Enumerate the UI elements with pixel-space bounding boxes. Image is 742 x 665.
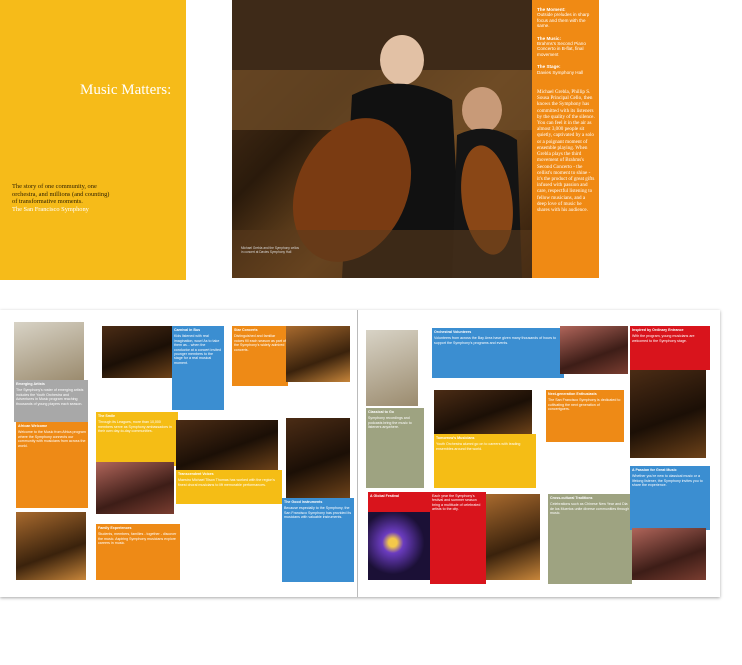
card-body: With the program, young musicians are we…: [632, 334, 695, 343]
card-carnival-bus: Carnival in Bus Kids listened with real …: [172, 326, 224, 410]
dragon-photo: [486, 494, 540, 580]
card-global-festival-body: Each year the Symphony's festival and su…: [430, 492, 486, 584]
card-title: Next-generation Enthusiasts: [548, 392, 597, 396]
card-cross-cultural: Cross-cultural Traditions Celebrations s…: [548, 494, 632, 584]
headphones-photo: [14, 322, 84, 380]
sidebar-story: Michael Grebla, Phillip S. Sousa Princip…: [537, 89, 595, 213]
card-title: A Passion for Great Music: [632, 468, 677, 472]
conductor-bus-photo: [102, 326, 172, 378]
cover-credit: The San Francisco Symphony: [12, 205, 89, 213]
cover-title: Music Matters:: [80, 82, 172, 98]
sidebar-moment: The Moment: Outside preludes in sharp fo…: [532, 0, 599, 29]
card-title: Inspired by Ordinary Entrance: [632, 328, 684, 332]
sidebar-music: The Music: Brahms's Second Piano Concert…: [532, 29, 599, 58]
card-classical-go: Classical to Go Symphony recordings and …: [366, 408, 424, 488]
cellist-photo-art: [232, 0, 532, 278]
violinist-photo: [286, 418, 350, 498]
card-star-concerts: Star Concerts Distinguished and familiar…: [232, 326, 288, 386]
card-inspired: Inspired by Ordinary Entrance With the p…: [630, 326, 710, 370]
volunteers-photo: [560, 326, 628, 374]
tuxedo-photo: [630, 370, 706, 458]
card-body: Distinguished and familiar voices fill e…: [234, 334, 286, 352]
card-good-instruments: The Good Instruments Because especially …: [282, 498, 354, 582]
card-title: Orchestral Volunteers: [434, 330, 472, 334]
welcome-photo: [16, 512, 86, 580]
card-title: Transcendent Voices: [178, 472, 214, 476]
card-body: Youth Orchestra alumni go on to careers …: [436, 442, 521, 451]
card-body: Symphony recordings and podcasts bring t…: [368, 416, 412, 430]
sidebar-stage: The Stage: Davies Symphony Hall: [532, 57, 599, 75]
card-title: Emerging Artists: [16, 382, 45, 386]
choir-photo: [176, 420, 278, 470]
card-body: The Symphony's roster of emerging artist…: [16, 388, 84, 406]
cover-blurb: The story of one community, one orchestr…: [12, 183, 112, 213]
card-next-gen: Next-generation Enthusiasts The San Fran…: [546, 390, 624, 442]
fireworks-photo: [368, 512, 430, 580]
card-title: Family Experiences: [98, 526, 132, 530]
card-title: African Welcome: [18, 424, 48, 428]
brochure-cover: [0, 0, 186, 280]
cellist-photo: [232, 0, 532, 278]
cover-blurb-text: The story of one community, one orchestr…: [12, 183, 110, 206]
card-body: Volunteers from across the Bay Area have…: [434, 336, 557, 345]
card-title: Star Concerts: [234, 328, 258, 332]
audience-photo: [632, 528, 706, 580]
card-title: A Global Festival: [370, 494, 400, 498]
photo-caption: Michael Grebla and the Symphony cellos i…: [241, 246, 299, 254]
card-african-welcome: African Welcome Welcome to the Music fro…: [16, 422, 88, 508]
card-tomorrows-musicians: Tomorrow's Musicians Youth Orchestra alu…: [434, 434, 536, 488]
card-body: Whether you're new to classical music or…: [632, 474, 703, 488]
card-title: Classical to Go: [368, 410, 394, 414]
youth-orchestra-photo: [434, 390, 532, 434]
card-family-experiences: Family Experiences Students, members, fa…: [96, 524, 180, 580]
card-title: Carnival in Bus: [174, 328, 201, 332]
card-title: Tomorrow's Musicians: [436, 436, 475, 440]
card-title: The Good Instruments: [284, 500, 323, 504]
book-gutter: [357, 310, 358, 597]
card-body: The San Francisco Symphony is dedicated …: [548, 398, 621, 412]
card-body: Through its Leagues, more than 10,000 me…: [98, 420, 172, 434]
woman-photo: [366, 330, 418, 406]
card-transcendent-voices: Transcendent Voices Maestro Michael Tils…: [176, 470, 282, 504]
spread-sidebar: The Moment: Outside preludes in sharp fo…: [532, 0, 599, 278]
card-body: Kids listened with real imagination, wow…: [174, 334, 221, 365]
card-body: Each year the Symphony's festival and su…: [432, 494, 481, 512]
card-title: Cross-cultural Traditions: [550, 496, 593, 500]
card-passion-music: A Passion for Great Music Whether you're…: [630, 466, 710, 530]
card-body: Students, members, families - together -…: [98, 532, 177, 546]
smile-photo: [96, 462, 174, 514]
star-concert-photo: [286, 326, 350, 382]
card-body: Maestro Michael Tilson Thomas has worked…: [178, 478, 275, 487]
card-orchestral-volunteers: Orchestral Volunteers Volunteers from ac…: [432, 328, 564, 378]
sidebar-body: Brahms's Second Piano Concerto in B-flat…: [537, 41, 586, 57]
card-the-smile: The Smile Through its Leagues, more than…: [96, 412, 178, 466]
sidebar-body: Outside preludes in sharp focus and them…: [537, 12, 590, 29]
card-body: Celebrations such as Chinese New Year an…: [550, 502, 630, 516]
card-body: Welcome to the Music from Africa program…: [18, 430, 86, 448]
card-title: The Smile: [98, 414, 115, 418]
card-body: Because especially to the Symphony, the …: [284, 506, 352, 520]
card-emerging-artists: Emerging Artists The Symphony's roster o…: [14, 380, 88, 422]
